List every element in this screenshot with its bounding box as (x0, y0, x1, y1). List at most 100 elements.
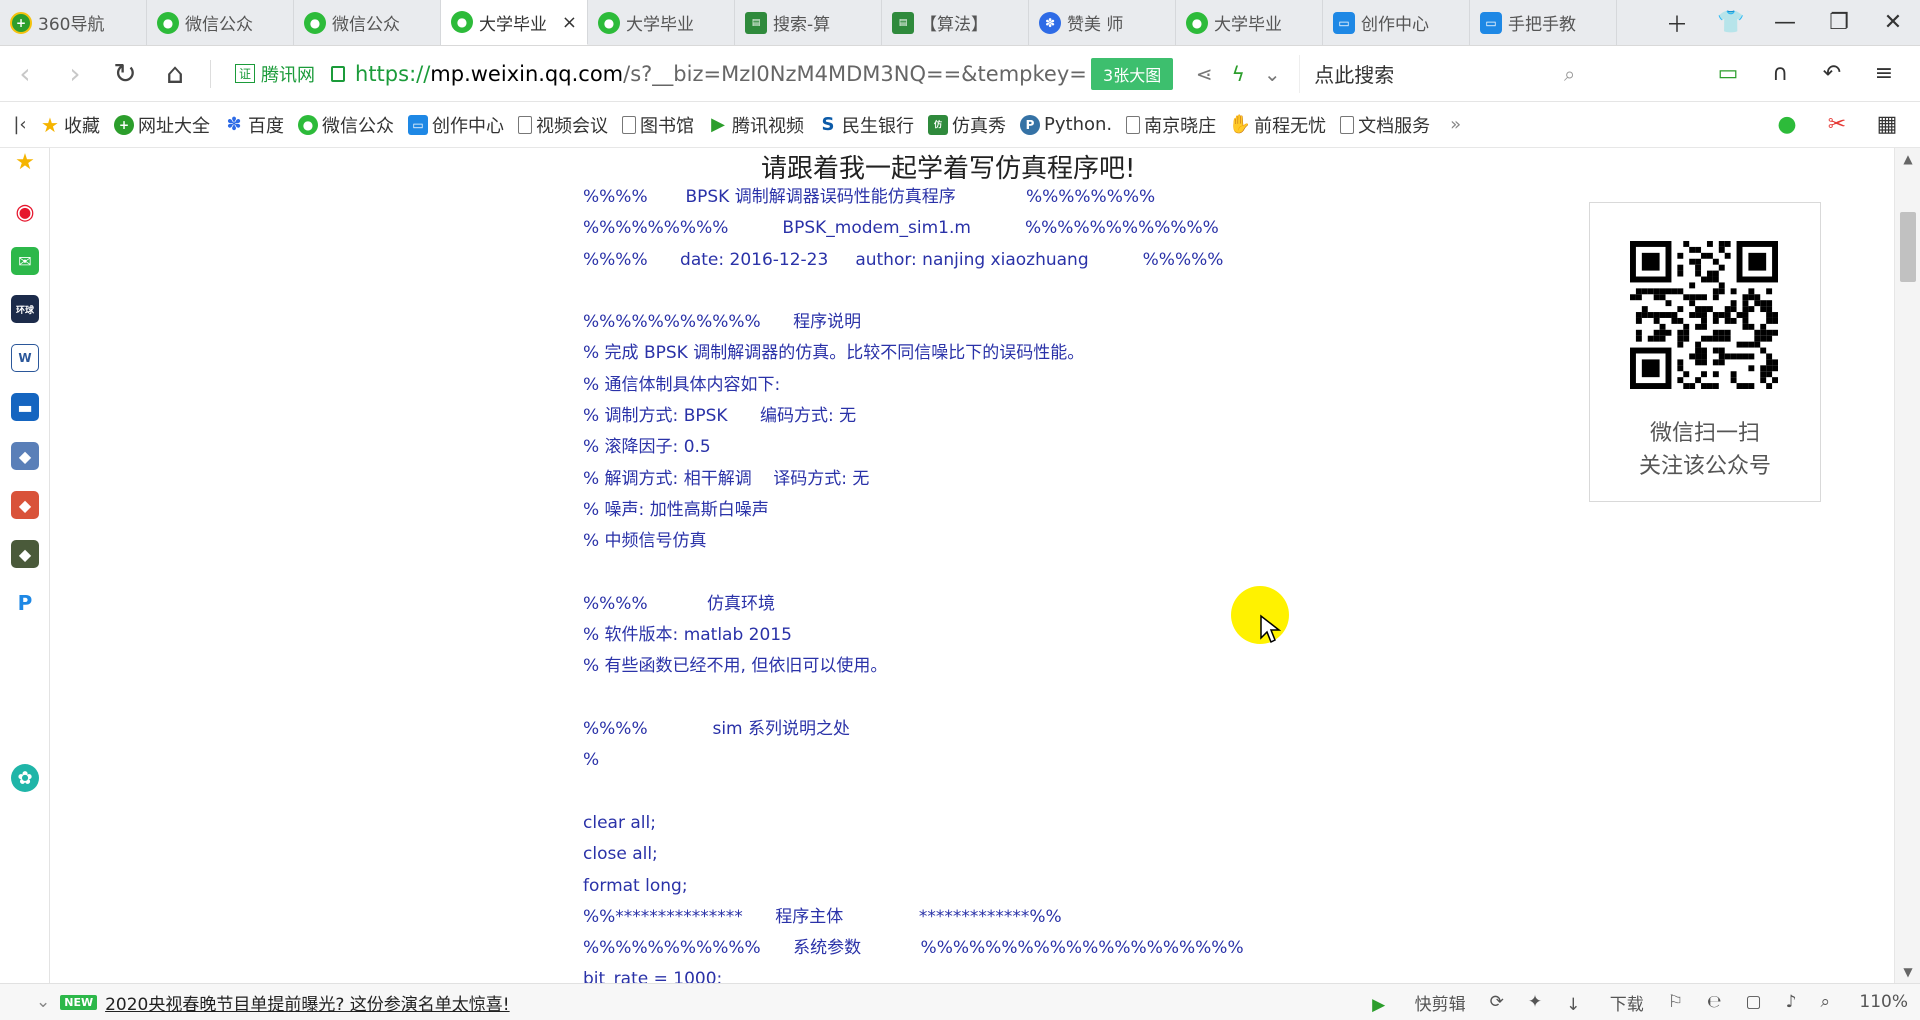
headphones-icon[interactable]: ∩ (1754, 61, 1806, 86)
bookmark-label: Python. (1044, 114, 1113, 135)
qr-caption: 微信扫一扫 关注该公众号 (1590, 417, 1820, 483)
search-input[interactable]: 点此搜索 ⌕ (1299, 54, 1589, 93)
scroll-down-icon[interactable]: ▼ (1895, 965, 1920, 979)
lightning-icon[interactable]: ϟ (1221, 62, 1255, 86)
chevron-down-icon[interactable]: ⌄ (36, 992, 50, 1012)
bookmark-label: 文档服务 (1358, 115, 1431, 137)
bookmark-item[interactable]: ✽ 百度 (224, 112, 284, 138)
tab-9[interactable]: ▭ 创作中心 (1323, 0, 1470, 45)
qr-card: 微信扫一扫 关注该公众号 (1589, 202, 1821, 502)
wx-icon: ● (298, 114, 318, 135)
more-bookmarks-icon[interactable]: » (1450, 114, 1461, 135)
tab-8[interactable]: ● 大学毕业 (1176, 0, 1323, 45)
forward-icon[interactable]: › (50, 57, 100, 90)
download-button[interactable]: ↓ 下载 (1566, 990, 1644, 1015)
zoom-control[interactable]: ⌕ 110% (1820, 992, 1908, 1012)
left-sidebar: ★ ◉ ✉ 环球 W ▬ ◆ ◆ ◆ P ✿ (0, 148, 50, 983)
restore-icon[interactable]: ❐ (1812, 10, 1866, 35)
game-app-icon[interactable]: ◆ (11, 442, 39, 470)
tab-list: +360导航 ● 微信公众 ● 微信公众 ● 大学毕业 × ● 大学毕业 ▤ 搜索-算 ▤ 【算法】 ✽ 赞美… (0, 0, 1617, 45)
code-line: %%%% date: 2016-12-23 author: nanjing xi… (583, 249, 1224, 270)
code-line: %%*************** 程序主体 *************%% (583, 906, 1062, 927)
ie-mode-icon[interactable]: ℮ (1707, 992, 1722, 1012)
scrollbar-thumb[interactable] (1900, 212, 1916, 282)
quick-edit-button[interactable]: ▶ 快剪辑 (1348, 990, 1465, 1015)
apps-grid-icon[interactable]: ▦ (1862, 112, 1912, 137)
tab-7[interactable]: ✽ 赞美 师 (1029, 0, 1176, 45)
minimize-icon[interactable]: — (1758, 10, 1812, 35)
menu-icon[interactable]: ≡ (1858, 61, 1910, 86)
tab-2[interactable]: ● 微信公众 (294, 0, 441, 45)
weibo-icon[interactable]: ◉ (11, 198, 39, 226)
close-window-icon[interactable]: ✕ (1866, 10, 1920, 35)
bookmark-item[interactable]: 文档服务 (1340, 112, 1430, 138)
news-link[interactable]: 2020央视春晚节目单提前曝光? 这份参演名单太惊喜! (105, 990, 510, 1015)
pin-icon[interactable]: ✦ (1528, 992, 1542, 1012)
download-label: 下载 (1609, 994, 1644, 1015)
bookmark-label: 微信公众 (322, 115, 394, 137)
undo-icon[interactable]: ↶ (1806, 61, 1858, 86)
bookmark-item[interactable]: 南京晓庄 (1126, 112, 1216, 138)
word-doc-icon[interactable]: W (11, 344, 39, 372)
close-tab-icon[interactable]: × (562, 12, 577, 33)
bookmark-item[interactable]: ● 微信公众 (298, 112, 394, 138)
cloud-app-icon[interactable]: ✿ (11, 764, 39, 792)
home-icon[interactable]: ⌂ (150, 57, 200, 90)
bookmark-item[interactable]: S 民生银行 (818, 112, 914, 138)
window-icon[interactable]: ▢ (1746, 992, 1762, 1012)
bookmark-item[interactable]: ▭ 创作中心 (408, 112, 504, 138)
tab-label: 微信公众 (332, 15, 400, 35)
bookmark-item[interactable]: P Python. (1020, 114, 1112, 135)
wechat-icon[interactable]: ● (1762, 112, 1812, 137)
speed-icon[interactable]: ⟳ (1490, 992, 1504, 1012)
big-images-button[interactable]: 3张大图 (1091, 57, 1174, 90)
url-field[interactable]: https://mp.weixin.qq.com/s?__biz=MzI0NzM… (355, 62, 1085, 86)
mail-icon[interactable]: ✉ (11, 247, 39, 275)
url-protocol: https:// (355, 61, 431, 86)
collapse-sidebar-icon[interactable]: |‹ (0, 114, 40, 135)
bookmark-item[interactable]: ▶ 腾讯视频 (708, 112, 804, 138)
notes-app-icon[interactable]: ▬ (11, 393, 39, 421)
scissors-icon[interactable]: ✂ (1812, 112, 1862, 137)
pdf-app-icon[interactable]: P (11, 589, 39, 617)
vertical-scrollbar[interactable]: ▲ ▼ (1894, 148, 1920, 983)
tab-10[interactable]: ▭ 手把手教 (1470, 0, 1617, 45)
bookmark-item[interactable]: ✋ 前程无忧 (1229, 112, 1326, 138)
bookmark-item[interactable]: 视频会议 (518, 112, 608, 138)
sound-icon[interactable]: ♪ (1786, 992, 1797, 1012)
tab-3[interactable]: ● 大学毕业 × (441, 0, 588, 45)
tab-label: 大学毕业 (479, 14, 547, 35)
school-app-icon[interactable]: 环球 (11, 295, 39, 323)
tab-1[interactable]: ● 微信公众 (147, 0, 294, 45)
game-app-icon-3[interactable]: ◆ (11, 540, 39, 568)
share-icon[interactable]: ⋖ (1187, 62, 1221, 86)
bookmark-item[interactable]: 仿仿真秀 (928, 112, 1006, 138)
reload-icon[interactable]: ↻ (100, 57, 150, 90)
code-line: %%%%%%%%%%% 系统参数 %%%%%%%%%%%%%%%%%%%% (583, 938, 1244, 959)
bookmark-item[interactable]: 图书馆 (622, 112, 694, 138)
code-line: % (583, 750, 600, 771)
tab-0[interactable]: +360导航 (0, 0, 147, 45)
tab-5[interactable]: ▤ 搜索-算 (735, 0, 882, 45)
tab-4[interactable]: ● 大学毕业 (588, 0, 735, 45)
certificate-badge[interactable]: 证 腾讯网 (235, 61, 315, 87)
skin-icon[interactable]: 👕 (1704, 10, 1758, 35)
scroll-up-icon[interactable]: ▲ (1895, 152, 1920, 166)
back-icon[interactable]: ‹ (0, 57, 50, 90)
game-app-icon-2[interactable]: ◆ (11, 491, 39, 519)
flag-icon[interactable]: ⚐ (1668, 992, 1683, 1012)
chevron-down-icon[interactable]: ⌄ (1255, 62, 1289, 86)
bookmark-label: 腾讯视频 (732, 115, 804, 137)
search-icon[interactable]: ⌕ (1564, 62, 1575, 86)
bookmark-item[interactable]: + 网址大全 (114, 112, 210, 138)
article-content: 请跟着我一起学着写仿真程序吧! %%%% BPSK 调制解调器误码性能仿真程序 … (51, 148, 1894, 983)
code-line: % 有些函数已经不用, 但依旧可以使用。 (583, 656, 888, 677)
status-right: ▶ 快剪辑 ⟳ ✦ ↓ 下载 ⚐ ℮ ▢ ♪ ⌕ 110% (1324, 990, 1920, 1015)
tab-6[interactable]: ▤ 【算法】 (882, 0, 1029, 45)
favorites-star-icon[interactable]: ★ (11, 148, 39, 176)
battery-icon[interactable]: ▭ (1702, 61, 1754, 86)
new-tab-icon[interactable]: ＋ (1650, 7, 1704, 39)
code-line: % 通信体制具体内容如下: (583, 374, 781, 395)
bookmark-item[interactable]: ★ 收藏 (40, 112, 100, 138)
